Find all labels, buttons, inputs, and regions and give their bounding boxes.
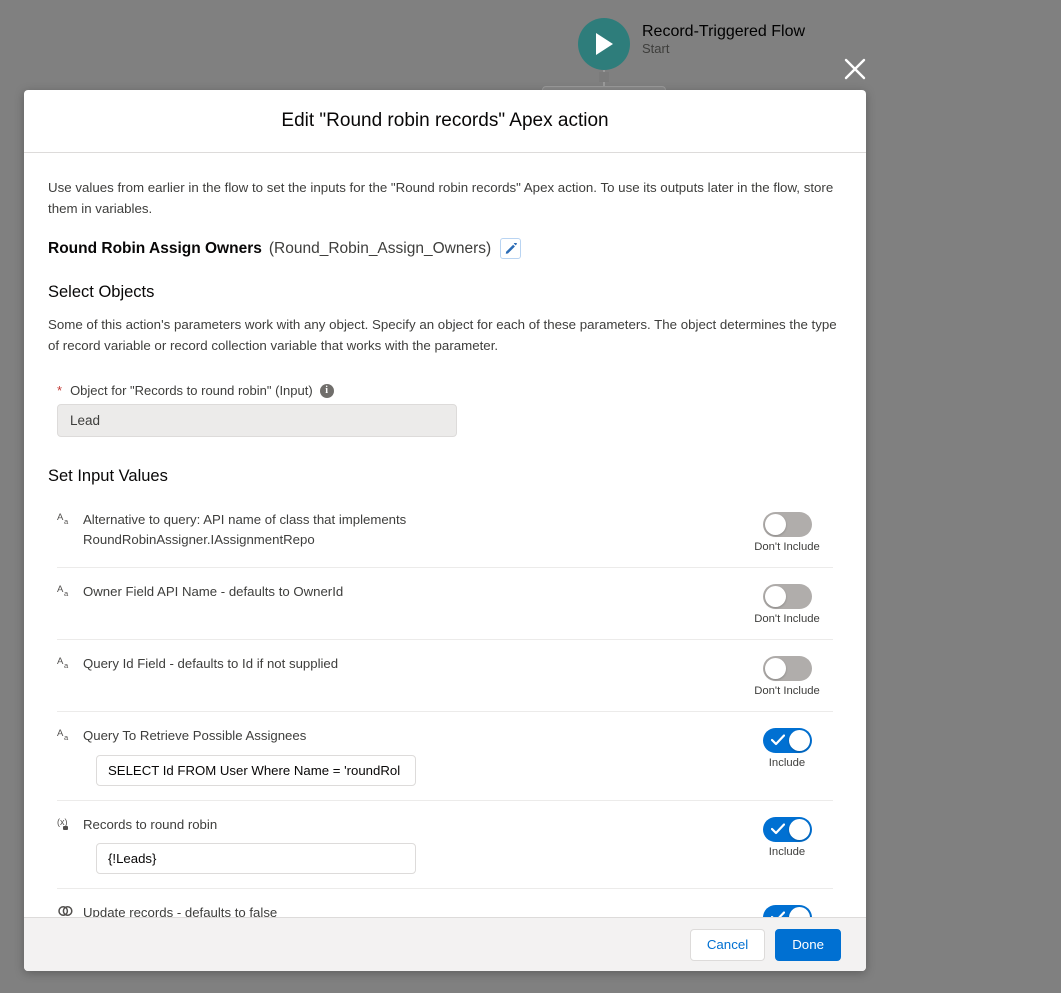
svg-text:A: A	[57, 656, 64, 667]
input-parameter-main: Records to round robin	[83, 815, 741, 874]
input-parameter-label: Records to round robin	[83, 816, 218, 832]
include-toggle[interactable]	[762, 584, 812, 610]
svg-text:A: A	[57, 584, 64, 595]
text-data-type-icon: A a	[57, 582, 83, 598]
input-parameter-label: Query To Retrieve Possible Assignees	[83, 728, 307, 744]
modal-title: Edit "Round robin records" Apex action	[281, 110, 609, 131]
object-field-label-row: * Object for "Records to round robin" (I…	[57, 383, 833, 398]
action-api-name: (Round_Robin_Assign_Owners)	[268, 239, 492, 257]
input-parameter-main: Query Id Field - defaults to Id if not s…	[83, 654, 741, 673]
input-parameter-value-field[interactable]	[96, 754, 416, 786]
boolean-data-type-icon	[57, 903, 83, 917]
input-parameter-main: Query To Retrieve Possible Assignees	[83, 726, 741, 786]
input-parameter-main: Alternative to query: API name of class …	[83, 510, 741, 548]
input-parameter-list: A a Alternative to query: API name of cl…	[36, 498, 854, 917]
flow-connector-handle[interactable]	[599, 72, 609, 82]
required-marker: *	[57, 383, 63, 399]
object-input[interactable]	[57, 404, 457, 438]
flow-start-node-title: Record-Triggered Flow	[642, 23, 806, 40]
svg-text:A: A	[57, 728, 64, 739]
cancel-button[interactable]: Cancel	[689, 928, 766, 961]
action-label-name: Round Robin Assign Owners	[48, 239, 262, 257]
input-parameter-toggle-group: Don't Include	[741, 654, 833, 697]
select-objects-heading: Select Objects	[48, 283, 155, 302]
text-data-type-icon: A a	[57, 726, 83, 742]
input-parameter-row: A a Query Id Field - defaults to Id if n…	[57, 639, 833, 711]
input-parameter-toggle-group: Include	[741, 815, 833, 858]
svg-text:(x): (x)	[57, 817, 68, 827]
set-input-values-heading: Set Input Values	[48, 467, 168, 486]
svg-text:a: a	[64, 733, 69, 742]
modal-header: Edit "Round robin records" Apex action	[24, 90, 866, 153]
input-parameter-toggle-group: Include	[741, 903, 833, 917]
flow-start-node[interactable]: Record-Triggered Flow Start	[578, 18, 805, 70]
play-icon	[578, 18, 630, 70]
include-toggle-label: Don't Include	[754, 685, 820, 698]
include-toggle[interactable]	[762, 512, 812, 538]
object-field-label: Object for "Records to round robin" (Inp…	[70, 383, 313, 399]
modal-body[interactable]: Use values from earlier in the flow to s…	[24, 153, 866, 917]
input-parameter-toggle-group: Include	[741, 726, 833, 769]
input-parameter-row: Update records - defaults to false Inclu…	[57, 887, 833, 917]
info-icon[interactable]: i	[319, 383, 334, 398]
input-parameter-label: Query Id Field - defaults to Id if not s…	[83, 656, 339, 672]
include-toggle-label: Include	[768, 757, 806, 770]
select-objects-description: Some of this action's parameters work wi…	[48, 317, 837, 353]
input-parameter-row: (x) Records to round robin Includ	[57, 799, 833, 888]
modal-footer: Cancel Done	[24, 917, 866, 971]
input-parameter-label: Update records - defaults to false	[83, 904, 278, 917]
object-for-records-field-group: * Object for "Records to round robin" (I…	[36, 383, 854, 438]
input-parameter-toggle-group: Don't Include	[741, 510, 833, 553]
edit-apex-action-modal: Edit "Round robin records" Apex action U…	[24, 90, 866, 971]
input-parameter-main: Owner Field API Name - defaults to Owner…	[83, 582, 741, 601]
include-toggle[interactable]	[762, 904, 812, 917]
input-parameter-label: Owner Field API Name - defaults to Owner…	[83, 584, 344, 600]
include-toggle-label: Don't Include	[754, 541, 820, 554]
done-button[interactable]: Done	[775, 928, 841, 961]
include-toggle-label: Include	[768, 845, 806, 858]
record-collection-data-type-icon: (x)	[57, 815, 83, 832]
flow-start-node-text: Record-Triggered Flow Start	[642, 18, 805, 58]
input-parameter-label: Alternative to query: API name of class …	[83, 512, 407, 547]
include-toggle-label: Don't Include	[754, 613, 820, 626]
text-data-type-icon: A a	[57, 510, 83, 526]
input-parameter-row: A a Query To Retrieve Possible Assignees	[57, 711, 833, 799]
svg-text:a: a	[64, 661, 69, 670]
input-parameter-row: A a Owner Field API Name - defaults to O…	[57, 567, 833, 639]
close-icon[interactable]	[840, 54, 870, 84]
svg-text:A: A	[57, 512, 64, 523]
text-data-type-icon: A a	[57, 654, 83, 670]
flow-start-node-subtitle: Start	[642, 41, 670, 56]
input-parameter-row: A a Alternative to query: API name of cl…	[57, 498, 833, 567]
pencil-icon[interactable]	[500, 238, 522, 260]
svg-text:a: a	[64, 589, 69, 598]
include-toggle[interactable]	[762, 656, 812, 682]
input-parameter-toggle-group: Don't Include	[741, 582, 833, 625]
include-toggle[interactable]	[762, 816, 812, 842]
include-toggle[interactable]	[762, 728, 812, 754]
action-name-row: Round Robin Assign Owners (Round_Robin_A…	[36, 238, 854, 260]
svg-text:a: a	[64, 517, 69, 526]
input-parameter-value-field[interactable]	[96, 842, 416, 874]
input-parameter-main: Update records - defaults to false	[83, 903, 741, 917]
modal-intro-text: Use values from earlier in the flow to s…	[48, 180, 834, 216]
